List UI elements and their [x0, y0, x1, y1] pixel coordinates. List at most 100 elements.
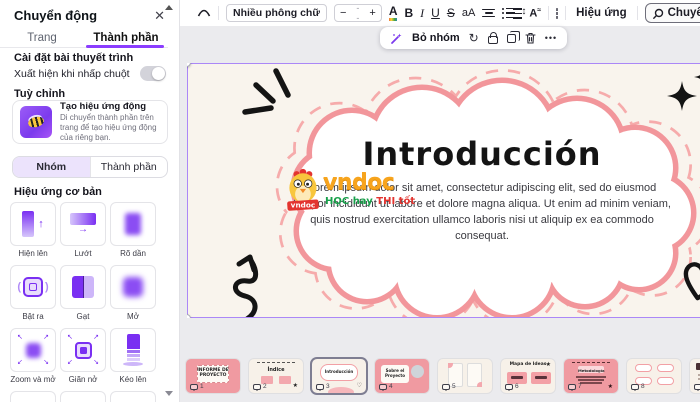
slide-thumbnail-5[interactable]: 5: [438, 359, 492, 393]
vndoc-tagline: HỌC hay THI tốt: [325, 196, 415, 207]
slide-thumbnail-8[interactable]: 8: [627, 359, 681, 393]
duplicate-icon[interactable]: [507, 34, 516, 43]
star-decoration: ★: [293, 382, 298, 389]
magic-wand-icon[interactable]: [390, 32, 403, 45]
slide-thumbnail-2[interactable]: Índice ★ 2: [249, 359, 303, 393]
effect-tile-partial[interactable]: [110, 391, 156, 402]
tab-page[interactable]: Trang: [0, 27, 84, 52]
slide-thumbnail-9[interactable]: 9: [690, 359, 700, 393]
click-appear-label: Xuất hiện khi nhấp chuột: [14, 68, 130, 80]
ungroup-button[interactable]: Bỏ nhóm: [412, 32, 460, 44]
effect-pop[interactable]: ( ): [10, 265, 56, 309]
italic-button[interactable]: I: [420, 7, 424, 19]
app-window: Chuyển động ✕ Trang Thành phần Cài đặt b…: [0, 0, 700, 402]
divider: [218, 6, 219, 20]
effect-breathe[interactable]: [110, 265, 156, 309]
font-family-selector[interactable]: Nhiều phông chữ: [226, 4, 327, 22]
tab-element[interactable]: Thành phần: [84, 27, 168, 52]
pop-glyph: [23, 277, 43, 297]
effect-rise[interactable]: ↑: [10, 202, 56, 246]
curly-arrow[interactable]: [223, 241, 269, 318]
fade-glyph: [125, 213, 141, 235]
lock-icon[interactable]: [488, 36, 498, 44]
effect-expand[interactable]: ↖↗ ↙↘: [60, 328, 106, 372]
alignment-button[interactable]: [482, 9, 495, 18]
page-bubble-icon: [316, 384, 324, 390]
divider: [565, 6, 566, 20]
heart-outline[interactable]: [679, 259, 700, 305]
font-size-decrease[interactable]: −: [335, 7, 351, 19]
effect-label: Hiện lên: [18, 249, 47, 258]
settings-heading: Cài đặt bài thuyết trình: [14, 52, 133, 64]
animate-button[interactable]: Chuyển động: [645, 3, 700, 23]
customize-heading: Tuỳ chỉnh: [14, 88, 65, 100]
effect-wipe[interactable]: [60, 265, 106, 309]
breathe-glyph: [123, 277, 143, 297]
divider: [548, 6, 549, 20]
font-size-increase[interactable]: +: [364, 7, 380, 19]
up-arrow-icon: ↑: [38, 218, 44, 230]
letter-spacing-button[interactable]: A≈: [529, 7, 541, 20]
page-bubble-icon: [568, 384, 576, 390]
effect-label: Mở: [127, 312, 139, 321]
lift-glyph: [123, 334, 143, 366]
page-bubble-icon: [631, 384, 639, 390]
page-bubble-icon: [505, 384, 513, 390]
font-size-stepper[interactable]: − -- +: [334, 4, 382, 22]
effect-fade[interactable]: [110, 202, 156, 246]
effect-label: Zoom và mở: [10, 375, 55, 384]
bold-button[interactable]: B: [404, 7, 413, 19]
slide-thumbnail-6[interactable]: Mapa de Ideas ★ 6: [501, 359, 555, 393]
heart-decoration: ♡: [357, 382, 362, 389]
motion-icon: [653, 8, 664, 19]
strikethrough-button[interactable]: S: [447, 7, 455, 19]
effect-zoom[interactable]: ↖↗ ↙↘: [10, 328, 56, 372]
vndoc-logo-text: vndoc: [323, 170, 394, 195]
slide-thumbnail-7[interactable]: Metodología ★ 7: [564, 359, 618, 393]
more-options-button[interactable]: •••: [545, 34, 557, 43]
scroll-down-icon[interactable]: [165, 391, 173, 396]
bee-animation-icon: [20, 106, 52, 138]
create-animation-card[interactable]: Tạo hiệu ứng động Di chuyển thành phần t…: [12, 100, 168, 144]
slide-thumbnail-1[interactable]: INFORME DE PROYECTO 1: [186, 359, 240, 393]
rotate-icon[interactable]: ↻: [469, 32, 479, 44]
chicken-mascot-icon: vndoc: [285, 168, 323, 214]
slide-thumbnail-4[interactable]: Sobre el Proyecto 4: [375, 359, 429, 393]
slide-thumbnail-3-selected[interactable]: Introducción ♡ 3: [312, 359, 366, 393]
effects-button[interactable]: Hiệu ứng: [573, 5, 630, 21]
slide-canvas[interactable]: Introducción Lorem ipsum dolor sit amet,…: [187, 63, 700, 318]
effect-tile-partial[interactable]: [60, 391, 106, 402]
effect-tile-partial[interactable]: [10, 391, 56, 402]
active-tab-underline: [86, 45, 164, 48]
trash-icon[interactable]: [525, 32, 536, 44]
scroll-up-icon[interactable]: [165, 5, 173, 10]
sparkle-icon[interactable]: [694, 67, 700, 87]
page-bubble-icon: [694, 384, 700, 390]
segment-group[interactable]: Nhóm: [13, 157, 90, 177]
star-decoration: ★: [608, 383, 613, 390]
page-bubble-icon: [190, 384, 198, 390]
star-decoration: ★: [546, 361, 551, 368]
basic-effects-heading: Hiệu ứng cơ bản: [14, 186, 102, 198]
text-effects-icon[interactable]: [556, 8, 558, 19]
effect-lift[interactable]: [110, 328, 156, 372]
page-bubble-icon: [253, 384, 261, 390]
close-icon[interactable]: ✕: [154, 9, 165, 22]
curve-text-icon[interactable]: [197, 7, 211, 19]
rise-glyph: [22, 211, 34, 237]
sparkle-icon[interactable]: [667, 81, 697, 111]
text-case-button[interactable]: aA: [462, 8, 475, 19]
wipe-glyph: [72, 276, 94, 298]
segment-element[interactable]: Thành phần: [90, 157, 168, 177]
panel-title: Chuyển động: [14, 8, 97, 23]
workspace: Bỏ nhóm ↻ •••: [180, 26, 700, 352]
animation-panel: Chuyển động ✕ Trang Thành phần Cài đặt b…: [0, 0, 180, 402]
effect-label: Gạt: [77, 312, 90, 321]
text-color-button[interactable]: A: [389, 5, 398, 21]
underline-button[interactable]: U: [431, 7, 440, 19]
click-appear-toggle[interactable]: [140, 66, 166, 81]
emphasis-marks[interactable]: [239, 65, 299, 120]
font-size-value: --: [351, 3, 364, 23]
magic-card-desc: Di chuyển thành phần trên trang để tạo h…: [60, 113, 160, 143]
effect-pan[interactable]: →: [60, 202, 106, 246]
